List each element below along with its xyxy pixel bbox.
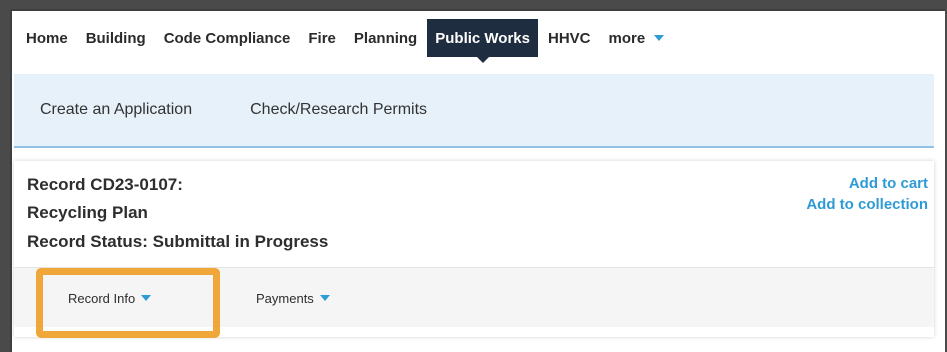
nav-item-fire[interactable]: Fire: [300, 19, 344, 57]
check-research-permits-link[interactable]: Check/Research Permits: [250, 101, 427, 119]
record-type: Recycling Plan: [27, 203, 148, 222]
tab-record-info-label: Record Info: [68, 290, 136, 306]
add-to-collection-link[interactable]: Add to collection: [806, 196, 928, 213]
nav-item-more[interactable]: more: [601, 19, 673, 57]
nav-item-home[interactable]: Home: [18, 19, 76, 57]
nav-more-label: more: [608, 29, 646, 47]
nav-item-code-compliance[interactable]: Code Compliance: [156, 19, 299, 57]
chevron-down-icon: [319, 295, 330, 301]
create-application-link[interactable]: Create an Application: [40, 101, 192, 119]
tab-payments[interactable]: Payments: [256, 268, 330, 328]
main-nav: Home Building Code Compliance Fire Plann…: [18, 19, 674, 63]
nav-item-building[interactable]: Building: [78, 19, 154, 57]
tab-record-info[interactable]: Record Info: [68, 268, 152, 328]
add-to-cart-link[interactable]: Add to cart: [849, 175, 928, 192]
record-id: Record CD23-0107:: [27, 175, 183, 194]
tab-payments-label: Payments: [256, 290, 314, 306]
chevron-down-icon: [654, 35, 665, 41]
record-tab-bar: Record Info Payments: [14, 267, 934, 327]
nav-item-hhvc[interactable]: HHVC: [540, 19, 599, 57]
chevron-down-icon: [141, 295, 152, 301]
record-status: Record Status: Submittal in Progress: [27, 232, 329, 251]
nav-item-public-works[interactable]: Public Works: [427, 19, 538, 63]
sub-nav: Create an Application Check/Research Per…: [14, 74, 934, 148]
nav-item-planning[interactable]: Planning: [346, 19, 425, 57]
record-card: Record CD23-0107: Recycling Plan Record …: [14, 161, 934, 337]
